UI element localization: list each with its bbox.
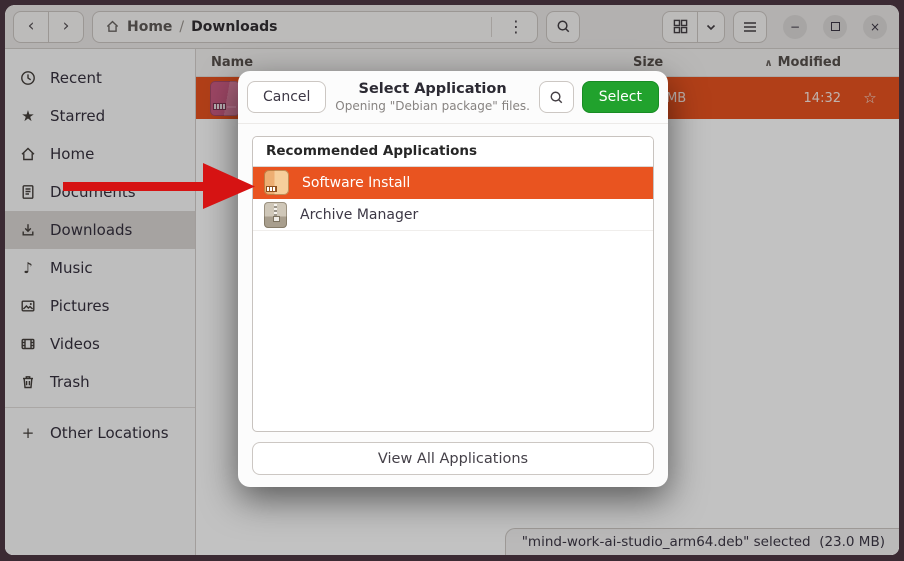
list-item-software-install[interactable]: Software Install (253, 167, 653, 199)
red-arrow-annotation (55, 158, 261, 214)
application-list: Recommended Applications Software Instal… (252, 136, 654, 432)
archive-manager-icon (264, 202, 287, 228)
desktop-background: ‹ › Home / Downloads ⋮ (0, 0, 904, 561)
dialog-search-button[interactable] (539, 81, 574, 113)
list-item-archive-manager[interactable]: Archive Manager (253, 199, 653, 231)
dialog-header: Cancel Select Application Opening "Debia… (238, 71, 668, 124)
dialog-title-block: Select Application Opening "Debian packa… (334, 80, 530, 113)
dialog-title: Select Application (334, 80, 530, 98)
section-header: Recommended Applications (253, 137, 653, 167)
dialog-subtitle: Opening "Debian package" files. (334, 99, 530, 114)
select-application-dialog: Cancel Select Application Opening "Debia… (238, 71, 668, 487)
app-name: Software Install (302, 175, 410, 191)
view-all-applications-button[interactable]: View All Applications (252, 442, 654, 475)
search-icon (549, 90, 564, 105)
software-install-icon (264, 170, 289, 195)
cancel-button[interactable]: Cancel (247, 81, 326, 113)
select-button[interactable]: Select (582, 81, 659, 113)
app-name: Archive Manager (300, 207, 418, 223)
